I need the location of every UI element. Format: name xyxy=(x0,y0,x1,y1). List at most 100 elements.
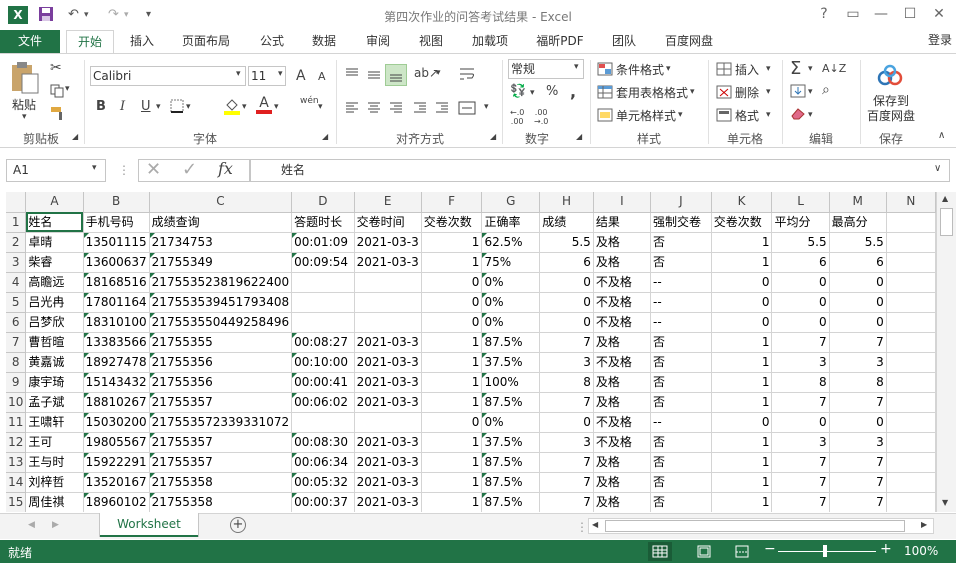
cell[interactable]: 217553572339331072 xyxy=(149,412,293,433)
align-top-icon[interactable] xyxy=(344,66,360,85)
cell[interactable]: 及格 xyxy=(593,232,652,253)
cell[interactable]: 1 xyxy=(711,352,773,373)
currency-dropdown-icon[interactable]: ▾ xyxy=(530,88,535,98)
cell[interactable]: 6 xyxy=(771,252,830,273)
cell[interactable]: 8 xyxy=(539,372,594,393)
help-button[interactable]: ? xyxy=(814,4,834,24)
cell[interactable]: 18927478 xyxy=(83,352,150,373)
cell[interactable]: 交卷次数 xyxy=(711,212,773,233)
cell[interactable]: 高瞻远 xyxy=(25,272,84,293)
cell[interactable]: 13383566 xyxy=(83,332,150,353)
worksheet-grid[interactable]: A B C D E F G H I J K L M N 1 姓名 手机号码 成绩查询 答题时长 交卷时间 交卷次数 正确率… xyxy=(6,192,936,512)
cell[interactable]: 0 xyxy=(539,412,594,433)
tab-view[interactable]: 视图 xyxy=(409,30,453,54)
cell[interactable]: 18310100 xyxy=(83,312,150,333)
cell[interactable]: 成绩 xyxy=(539,212,594,233)
format-cells-icon[interactable] xyxy=(716,108,732,125)
column-header-l[interactable]: L xyxy=(771,192,830,213)
align-right-icon[interactable] xyxy=(388,100,404,119)
cell[interactable]: 7 xyxy=(539,392,594,413)
cell[interactable] xyxy=(886,352,936,373)
minimize-button[interactable]: — xyxy=(871,4,891,24)
cell[interactable]: 结果 xyxy=(593,212,652,233)
cell[interactable]: -- xyxy=(650,312,712,333)
orientation-dropdown-icon[interactable]: ▾ xyxy=(436,68,441,78)
zoom-slider-thumb[interactable] xyxy=(823,545,827,557)
cell[interactable]: 0 xyxy=(421,292,483,313)
cell[interactable]: 21755355 xyxy=(149,332,293,353)
zoom-level[interactable]: 100% xyxy=(904,544,938,558)
cell[interactable]: 否 xyxy=(650,452,712,473)
fill-dropdown-icon[interactable]: ▾ xyxy=(808,87,813,97)
copy-icon[interactable] xyxy=(50,84,64,101)
cell[interactable]: 0 xyxy=(421,272,483,293)
name-box[interactable]: A1 xyxy=(6,159,106,182)
cell[interactable]: 8 xyxy=(771,372,830,393)
cell[interactable]: 2021-03-3 xyxy=(354,332,422,353)
currency-icon[interactable]: 💱 xyxy=(510,84,526,99)
vertical-scroll-thumb[interactable] xyxy=(940,208,953,236)
cell[interactable]: 00:10:00 xyxy=(291,352,355,373)
cell[interactable]: -- xyxy=(650,292,712,313)
cell[interactable]: 否 xyxy=(650,392,712,413)
cell[interactable]: 否 xyxy=(650,332,712,353)
zoom-slider-track[interactable] xyxy=(778,551,876,552)
cell[interactable] xyxy=(886,412,936,433)
cell[interactable]: 21755358 xyxy=(149,472,293,493)
cell[interactable]: 2021-03-3 xyxy=(354,372,422,393)
cell[interactable]: 5.5 xyxy=(771,232,830,253)
cell[interactable]: 0% xyxy=(481,292,541,313)
page-break-view-icon[interactable] xyxy=(730,542,754,564)
cell[interactable]: 21755349 xyxy=(149,252,293,273)
row-header[interactable]: 3 xyxy=(6,252,27,273)
cell[interactable]: 1 xyxy=(421,432,483,453)
zoom-in-button[interactable]: + xyxy=(880,541,892,557)
cell[interactable]: 87.5% xyxy=(481,332,541,353)
clear-icon[interactable] xyxy=(790,106,806,123)
cell[interactable]: 00:00:41 xyxy=(291,372,355,393)
row-header[interactable]: 10 xyxy=(6,392,27,413)
paste-button[interactable]: 粘贴 xyxy=(12,96,36,113)
cell[interactable]: 00:00:37 xyxy=(291,492,355,512)
format-as-table-dropdown-icon[interactable]: ▾ xyxy=(690,87,695,97)
cell[interactable] xyxy=(354,272,422,293)
cell[interactable]: 5.5 xyxy=(539,232,594,253)
tab-insert[interactable]: 插入 xyxy=(120,30,164,54)
cell[interactable]: 1 xyxy=(711,392,773,413)
cell[interactable] xyxy=(886,272,936,293)
tab-page-layout[interactable]: 页面布局 xyxy=(170,30,242,54)
font-name-dropdown-icon[interactable]: ▾ xyxy=(236,69,241,79)
expand-formula-icon[interactable]: ∨ xyxy=(934,163,941,174)
cell[interactable] xyxy=(354,312,422,333)
cell[interactable]: 1 xyxy=(711,432,773,453)
cell[interactable]: 1 xyxy=(711,232,773,253)
phonetic-icon[interactable]: wén xyxy=(300,96,319,106)
cell[interactable]: 不及格 xyxy=(593,432,652,453)
cell[interactable]: 5.5 xyxy=(829,232,887,253)
cell[interactable]: 37.5% xyxy=(481,352,541,373)
cell[interactable]: 黄嘉诚 xyxy=(25,352,84,373)
tab-file[interactable]: 文件 xyxy=(0,30,60,53)
row-header[interactable]: 7 xyxy=(6,332,27,353)
scroll-down-icon[interactable]: ▼ xyxy=(942,498,948,507)
cell[interactable]: 0 xyxy=(711,312,773,333)
cell[interactable]: 吕光冉 xyxy=(25,292,84,313)
merge-center-icon[interactable] xyxy=(458,100,476,119)
scroll-up-icon[interactable]: ▲ xyxy=(942,194,948,203)
row-header[interactable]: 15 xyxy=(6,492,27,512)
cell[interactable]: 周佳祺 xyxy=(25,492,84,512)
tab-split-handle[interactable]: ⋮ xyxy=(576,520,588,534)
clipboard-launcher-icon[interactable]: ◢ xyxy=(72,132,78,141)
cell[interactable]: 7 xyxy=(829,492,887,512)
clear-dropdown-icon[interactable]: ▾ xyxy=(808,110,813,120)
cell[interactable]: 0 xyxy=(771,412,830,433)
cell[interactable]: 7 xyxy=(539,472,594,493)
cell[interactable]: 37.5% xyxy=(481,432,541,453)
row-header[interactable]: 4 xyxy=(6,272,27,293)
column-header-f[interactable]: F xyxy=(421,192,483,213)
number-launcher-icon[interactable]: ◢ xyxy=(576,132,582,141)
cell[interactable]: 否 xyxy=(650,252,712,273)
column-header-e[interactable]: E xyxy=(354,192,422,213)
fill-icon[interactable] xyxy=(790,84,806,101)
cell[interactable]: 87.5% xyxy=(481,472,541,493)
